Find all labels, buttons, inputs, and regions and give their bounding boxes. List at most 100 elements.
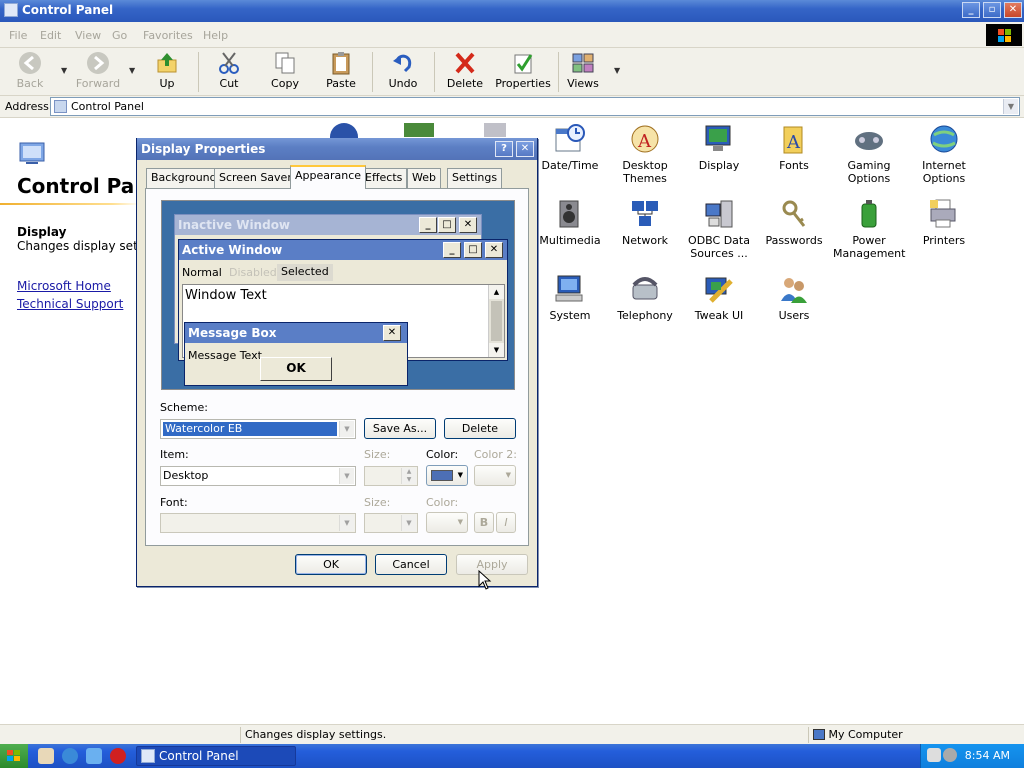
tab-effects[interactable]: Effects [360, 168, 408, 188]
quicklaunch-outlook-icon[interactable] [86, 748, 102, 764]
up-button[interactable]: Up [138, 50, 196, 94]
apply-button[interactable]: Apply [456, 554, 528, 575]
cp-item-telephony[interactable]: Telephony [609, 273, 681, 322]
quicklaunch-opera-icon[interactable] [110, 748, 126, 764]
cp-item-multimedia[interactable]: Multimedia [534, 198, 606, 247]
scissors-icon [217, 51, 241, 75]
users-icon [778, 273, 810, 305]
dialog-close-button[interactable]: ✕ [516, 141, 534, 157]
back-button[interactable]: Back [1, 50, 59, 94]
size-spinner[interactable]: ▲ ▼ [364, 466, 418, 486]
link-technical-support[interactable]: Technical Support [17, 297, 123, 311]
tab-background[interactable]: Background [146, 168, 222, 188]
cp-item-network[interactable]: Network [609, 198, 681, 247]
hidden-item-icon [404, 123, 434, 137]
scheme-select[interactable]: Watercolor EB ▼ [160, 419, 356, 439]
tray-network-icon[interactable] [927, 748, 941, 762]
save-as-button[interactable]: Save As... [364, 418, 436, 439]
cp-item-passwords[interactable]: Passwords [758, 198, 830, 247]
control-panel-icon [54, 100, 67, 113]
cp-item-users[interactable]: Users [758, 273, 830, 322]
tab-web[interactable]: Web [407, 168, 441, 188]
delete-scheme-button[interactable]: Delete [444, 418, 516, 439]
start-button[interactable] [0, 744, 28, 768]
address-label: Address [5, 100, 49, 113]
address-dropdown-icon[interactable]: ▼ [1003, 99, 1018, 114]
link-microsoft-home[interactable]: Microsoft Home [17, 279, 111, 293]
inactive-minimize-icon: _ [419, 217, 437, 233]
mouse-cursor-icon [478, 569, 492, 590]
preview-menu-disabled: Disabled [229, 266, 277, 279]
font-size-select[interactable]: ▼ [364, 513, 418, 533]
font-select[interactable]: ▼ [160, 513, 356, 533]
toolbar-separator [372, 52, 373, 92]
bold-button[interactable]: B [474, 512, 494, 533]
forward-arrow-icon [86, 51, 110, 75]
cp-item-power-management[interactable]: Power Management [833, 198, 905, 260]
font-color-button[interactable]: ▼ [426, 512, 468, 533]
tab-screen-saver[interactable]: Screen Saver [214, 168, 297, 188]
back-dropdown-icon[interactable]: ▼ [61, 66, 69, 75]
menu-view[interactable]: View [75, 29, 101, 42]
views-button[interactable]: Views [554, 50, 612, 94]
cp-item-printers[interactable]: Printers [908, 198, 980, 247]
cp-item-desktop-themes[interactable]: A Desktop Themes [609, 123, 681, 185]
help-button[interactable]: ? [495, 141, 513, 157]
menu-help[interactable]: Help [203, 29, 228, 42]
clock[interactable]: 8:54 AM [965, 749, 1010, 762]
minimize-button[interactable]: _ [962, 2, 980, 18]
appearance-preview[interactable]: Inactive Window _ □ ✕ Active Window _ □ … [161, 200, 515, 390]
cp-item-gaming-options[interactable]: Gaming Options [833, 123, 905, 185]
cancel-button[interactable]: Cancel [375, 554, 447, 575]
forward-button[interactable]: Forward [69, 50, 127, 94]
tab-settings[interactable]: Settings [447, 168, 503, 188]
menu-edit[interactable]: Edit [40, 29, 61, 42]
monitor-icon [703, 123, 735, 155]
msgbox-close-icon: ✕ [383, 325, 401, 341]
database-icon [703, 198, 735, 230]
address-input[interactable]: Control Panel ▼ [50, 97, 1020, 116]
copy-button[interactable]: Copy [256, 50, 314, 94]
italic-button[interactable]: I [496, 512, 516, 533]
speaker-icon [554, 198, 586, 230]
quicklaunch-desktop-icon[interactable] [38, 748, 54, 764]
close-button[interactable]: ✕ [1004, 2, 1022, 18]
cp-item-fonts[interactable]: A Fonts [758, 123, 830, 172]
cp-item-system[interactable]: System [534, 273, 606, 322]
item-select[interactable]: Desktop ▼ [160, 466, 356, 486]
views-dropdown-icon[interactable]: ▼ [614, 66, 622, 75]
battery-icon [853, 198, 885, 230]
taskbar-button-control-panel[interactable]: Control Panel [136, 746, 296, 766]
properties-button[interactable]: Properties [492, 50, 554, 94]
ok-button[interactable]: OK [295, 554, 367, 575]
tab-appearance[interactable]: Appearance [290, 165, 367, 189]
tray-volume-icon[interactable] [943, 748, 957, 762]
menu-go[interactable]: Go [112, 29, 127, 42]
delete-button[interactable]: Delete [436, 50, 494, 94]
quicklaunch-ie-icon[interactable] [62, 748, 78, 764]
scheme-value: Watercolor EB [163, 422, 337, 436]
undo-button[interactable]: Undo [374, 50, 432, 94]
cut-button[interactable]: Cut [200, 50, 258, 94]
menu-file[interactable]: File [9, 29, 27, 42]
menu-favorites[interactable]: Favorites [143, 29, 193, 42]
computer-icon [554, 273, 586, 305]
dialog-titlebar: Display Properties ? ✕ [137, 138, 537, 160]
color2-picker-button[interactable]: ▼ [474, 465, 516, 486]
size-label: Size: [364, 448, 391, 461]
address-value: Control Panel [71, 100, 144, 113]
cp-item-tweak-ui[interactable]: Tweak UI [683, 273, 755, 322]
active-maximize-icon: □ [464, 242, 482, 258]
cp-item-internet-options[interactable]: Internet Options [908, 123, 980, 185]
preview-menu-selected: Selected [277, 264, 333, 281]
inactive-maximize-icon: □ [438, 217, 456, 233]
cp-item-odbc-data-sources[interactable]: ODBC Data Sources ... [683, 198, 755, 260]
forward-dropdown-icon[interactable]: ▼ [129, 66, 137, 75]
cp-item-display[interactable]: Display [683, 123, 755, 172]
cp-item-date-time[interactable]: Date/Time [534, 123, 606, 172]
color-picker-button[interactable]: ▼ [426, 465, 468, 486]
font-label: Font: [160, 496, 188, 509]
maximize-button[interactable]: ▫ [983, 2, 1001, 18]
paste-button[interactable]: Paste [312, 50, 370, 94]
status-text: Changes display settings. [240, 727, 806, 743]
